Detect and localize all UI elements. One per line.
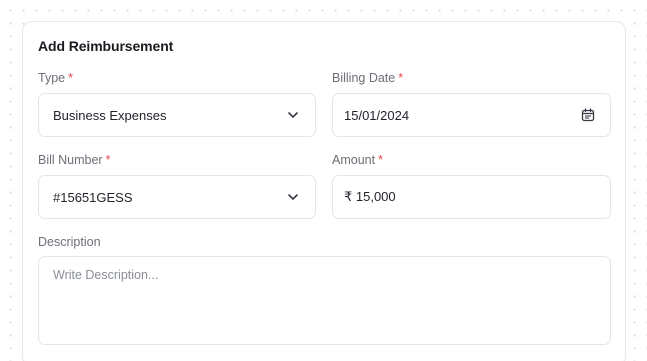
description-textarea[interactable]: Write Description... [38,256,611,345]
billing-date-label-text: Billing Date [332,71,396,85]
bill-number-label-text: Bill Number [38,153,103,167]
required-mark: * [68,71,73,85]
reimbursement-form-card: Add Reimbursement Type * Business Expense… [22,21,626,361]
amount-label: Amount * [332,153,383,167]
type-label-text: Type [38,71,66,85]
billing-date-input[interactable]: 15/01/2024 [332,93,611,137]
description-label: Description [38,235,101,249]
required-mark: * [105,153,111,167]
bill-number-label: Bill Number * [38,153,110,167]
amount-label-text: Amount [332,153,376,167]
type-select-value: Business Expenses [53,107,167,123]
required-mark: * [398,71,404,85]
billing-date-label: Billing Date * [332,71,403,85]
required-mark: * [378,153,383,167]
calendar-icon[interactable] [580,107,596,123]
chevron-down-icon [285,189,301,205]
form-title: Add Reimbursement [38,38,174,54]
type-select[interactable]: Business Expenses [38,93,316,137]
description-placeholder: Write Description... [53,268,159,282]
type-label: Type * [38,71,73,85]
amount-input[interactable]: ₹ 15,000 [332,175,611,219]
amount-value: ₹ 15,000 [344,189,396,204]
chevron-down-icon [285,107,301,123]
bill-number-value: #15651GESS [53,189,133,205]
bill-number-select[interactable]: #15651GESS [38,175,316,219]
billing-date-value: 15/01/2024 [344,107,410,123]
